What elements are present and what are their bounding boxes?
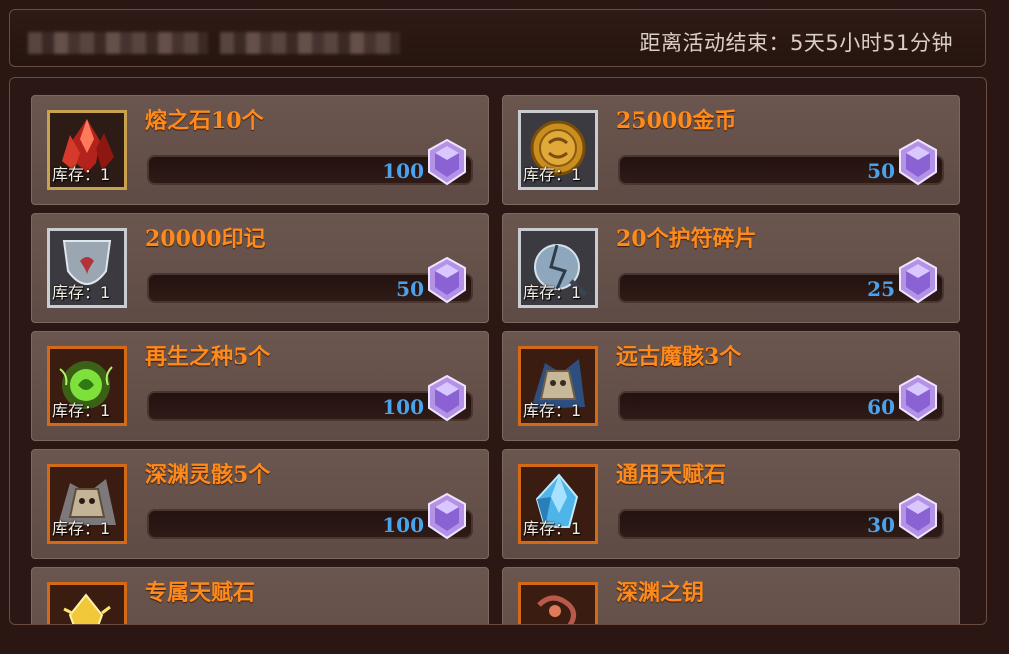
item-name: 熔之石10个: [145, 108, 264, 134]
item-name: 20000印记: [145, 226, 266, 252]
item-frame: 库存：1: [47, 464, 127, 544]
purple-crystal-icon: [428, 138, 466, 186]
item-price: 100: [382, 395, 424, 419]
shop-item-card[interactable]: 库存：1 远古魔骸3个 60: [502, 331, 960, 441]
shop-item-card[interactable]: 库存：1 熔之石10个 100: [31, 95, 489, 205]
item-name: 专属天赋石: [145, 580, 256, 606]
exchange-item-list[interactable]: 库存：1 熔之石10个 100 库存：1 25000金币 50 库存：1 200…: [9, 77, 987, 625]
item-price: 50: [396, 277, 424, 301]
purple-crystal-icon: [428, 492, 466, 540]
stock-label: 库存：1: [523, 283, 582, 302]
item-name: 远古魔骸3个: [616, 344, 742, 370]
item-name: 20个护符碎片: [616, 226, 757, 252]
item-frame: [518, 582, 598, 624]
shop-item-card[interactable]: 库存：1 25000金币 50: [502, 95, 960, 205]
stock-label: 库存：1: [52, 283, 111, 302]
shop-item-card[interactable]: 库存：1 再生之种5个 100: [31, 331, 489, 441]
item-name: 25000金币: [616, 108, 737, 134]
shop-item-card[interactable]: 库存：1 深渊灵骸5个 100: [31, 449, 489, 559]
item-price: 60: [867, 395, 895, 419]
stock-label: 库存：1: [523, 519, 582, 538]
shop-item-card[interactable]: 库存：1 通用天赋石 30: [502, 449, 960, 559]
stock-label: 库存：1: [52, 401, 111, 420]
shop-item-card[interactable]: 库存：1 20个护符碎片 25: [502, 213, 960, 323]
item-name: 通用天赋石: [616, 462, 727, 488]
abyss-key-icon: [537, 595, 576, 624]
item-price: 100: [382, 513, 424, 537]
purple-crystal-icon: [428, 374, 466, 422]
item-frame: 库存：1: [518, 110, 598, 190]
item-frame: 库存：1: [47, 346, 127, 426]
stock-label: 库存：1: [52, 165, 111, 184]
blurred-player-info: [28, 32, 208, 54]
exclusive-talent-stone-icon: [63, 593, 111, 624]
stock-label: 库存：1: [523, 165, 582, 184]
purple-crystal-icon: [899, 492, 937, 540]
item-frame: 库存：1: [47, 110, 127, 190]
item-price: 50: [867, 159, 895, 183]
item-frame: [47, 582, 127, 624]
event-countdown: 距离活动结束：5天5小时51分钟: [639, 31, 953, 55]
item-name: 深渊灵骸5个: [145, 462, 271, 488]
shop-item-card[interactable]: 专属天赋石: [31, 567, 489, 624]
item-name: 再生之种5个: [145, 344, 271, 370]
item-frame: 库存：1: [518, 346, 598, 426]
purple-crystal-icon: [899, 138, 937, 186]
item-frame: 库存：1: [518, 228, 598, 308]
shop-item-card[interactable]: 库存：1 20000印记 50: [31, 213, 489, 323]
shop-item-card[interactable]: 深渊之钥: [502, 567, 960, 624]
purple-crystal-icon: [899, 374, 937, 422]
item-frame: 库存：1: [518, 464, 598, 544]
item-price: 100: [382, 159, 424, 183]
item-price: 30: [867, 513, 895, 537]
item-frame: 库存：1: [47, 228, 127, 308]
purple-crystal-icon: [899, 256, 937, 304]
stock-label: 库存：1: [523, 401, 582, 420]
item-name: 深渊之钥: [616, 580, 705, 606]
item-price: 25: [867, 277, 895, 301]
stock-label: 库存：1: [52, 519, 111, 538]
blurred-player-info-2: [220, 32, 400, 54]
event-header: 距离活动结束：5天5小时51分钟: [9, 9, 986, 67]
purple-crystal-icon: [428, 256, 466, 304]
